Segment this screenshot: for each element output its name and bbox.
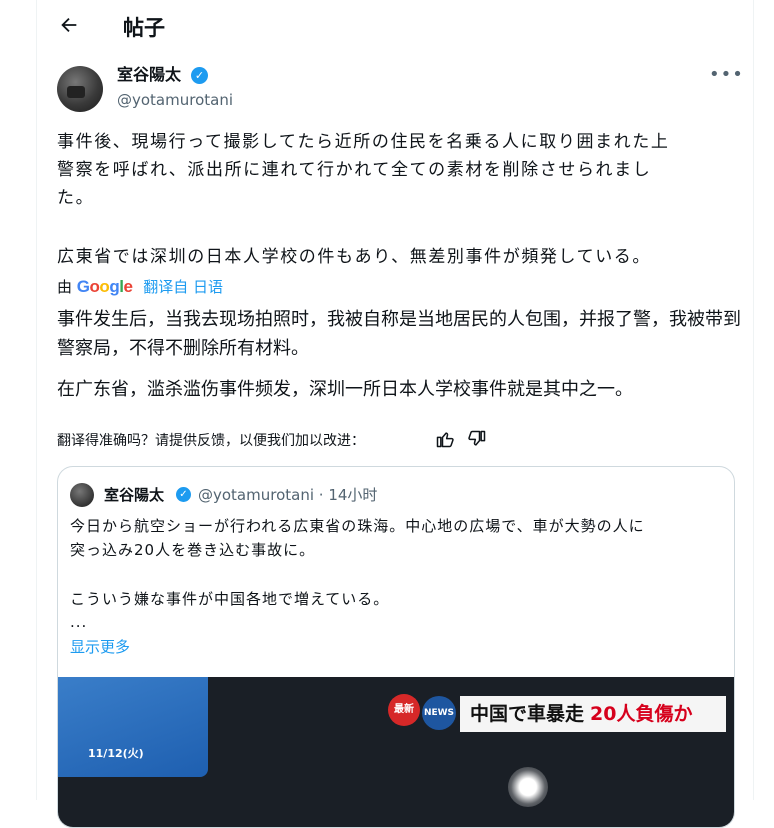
light-glow bbox=[508, 767, 548, 807]
avatar[interactable] bbox=[57, 66, 103, 112]
show-more-link[interactable]: 显示更多 bbox=[70, 636, 130, 658]
google-logo: Google bbox=[76, 277, 133, 296]
translation-feedback-prompt: 翻译得准确吗？请提供反馈，以便我们加以改进： bbox=[57, 433, 365, 449]
translated-paragraph-1: 事件发生后，当我去现场拍照时，我被自称是当地居民的人包围，并报了警，我被带到警察… bbox=[57, 309, 741, 359]
author-name[interactable]: 室谷陽太 bbox=[117, 64, 181, 86]
news-headline: 中国で車暴走 20人負傷か bbox=[460, 696, 726, 732]
verified-badge-icon: ✓ bbox=[176, 487, 191, 502]
post-text-paragraph-1: 事件後、現場行って撮影してたら近所の住民を名乗る人に取り囲まれた上 警察を呼ばれ… bbox=[57, 132, 670, 208]
quoted-video-thumbnail[interactable]: 11/12(火) 最新 NEWS 中国で車暴走 20人負傷か bbox=[58, 677, 734, 827]
video-side-panel bbox=[58, 677, 208, 777]
author-handle[interactable]: @yotamurotani bbox=[117, 89, 233, 111]
headline-red: 20人負傷か bbox=[590, 703, 693, 725]
quoted-handle-time: @yotamurotani · 14小时 bbox=[198, 486, 378, 504]
more-horizontal-icon[interactable]: ••• bbox=[709, 64, 744, 85]
verified-badge-icon: ✓ bbox=[191, 67, 208, 84]
news-globe-icon: NEWS bbox=[422, 696, 456, 730]
quoted-text-ellipsis: ... bbox=[70, 613, 88, 631]
latest-badge: 最新 bbox=[388, 694, 420, 726]
quoted-avatar bbox=[70, 483, 94, 507]
top-bar: 帖子 bbox=[37, 0, 753, 58]
video-date-strip: 11/12(火) bbox=[88, 747, 144, 760]
quoted-text-1: 今日から航空ショーが行われる広東省の珠海。中心地の広場で、車が大勢の人に 突っ込… bbox=[70, 517, 645, 559]
by-label: 由 bbox=[57, 278, 73, 296]
translated-paragraph-2: 在广东省，滥杀滥伤事件频发，深圳一所日本人学校事件就是其中之一。 bbox=[57, 379, 633, 400]
thumbs-down-icon[interactable] bbox=[467, 429, 489, 451]
quoted-post[interactable]: 室谷陽太 ✓ @yotamurotani · 14小时 今日から航空ショーが行わ… bbox=[57, 466, 735, 828]
translated-from-link[interactable]: 翻译自 日语 bbox=[143, 278, 223, 296]
post-text-paragraph-2: 広東省では深圳の日本人学校の件もあり、無差別事件が頻発している。 bbox=[57, 247, 652, 267]
news-headline-bar: 最新 NEWS 中国で車暴走 20人負傷か bbox=[388, 694, 728, 736]
quoted-text-2: こういう嫌な事件が中国各地で増えている。 bbox=[70, 590, 390, 608]
headline-main: 中国で車暴走 bbox=[470, 703, 585, 725]
arrow-left-icon[interactable] bbox=[55, 14, 83, 42]
quoted-author-name: 室谷陽太 bbox=[104, 486, 165, 504]
translation-attribution: 由 Google 翻译自 日语 bbox=[57, 277, 223, 297]
post-column: 帖子 室谷陽太 ✓ @yotamurotani ••• 事件後、現場行って撮影し… bbox=[36, 0, 754, 828]
thumbs-up-icon[interactable] bbox=[435, 429, 457, 451]
page-title: 帖子 bbox=[123, 16, 165, 40]
